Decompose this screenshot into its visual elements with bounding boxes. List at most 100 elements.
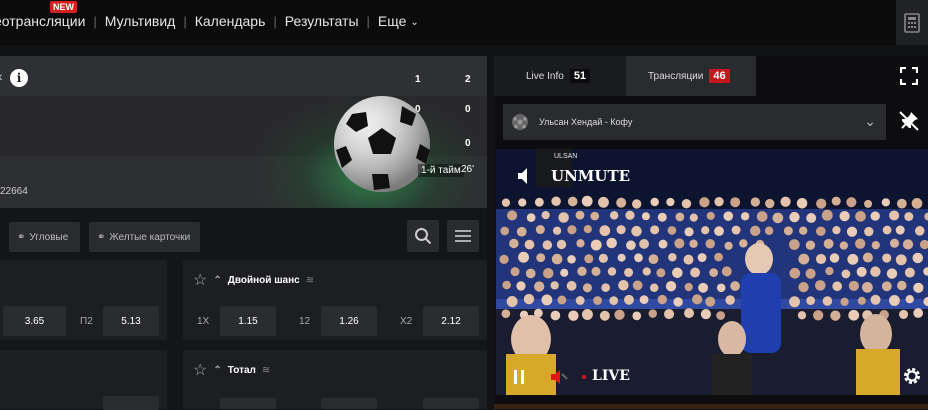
search-button[interactable] (407, 220, 439, 252)
crowd-head (814, 280, 826, 291)
crowd-head (650, 197, 659, 207)
crowd-head (805, 268, 816, 279)
chevron-up-icon[interactable]: ⌃ (213, 365, 221, 376)
crowd-head (830, 310, 841, 321)
crowd-head (870, 266, 881, 277)
video-player[interactable]: ULSAN UNMUTE LIVE (496, 149, 928, 395)
match-id: 22664 (0, 186, 28, 197)
crowd-head (862, 281, 873, 293)
match-select[interactable]: Ульсан Хендай - Кофу ⌄ (503, 104, 886, 140)
tab-label: Трансляции (648, 70, 704, 82)
odd-button[interactable]: 5.13 (103, 306, 159, 336)
info-icon[interactable]: i (10, 69, 28, 87)
speaker-muted-icon (518, 168, 527, 184)
crowd-head (568, 310, 579, 321)
stream-panel: Live Info 51 Трансляции 46 Ульсан Хендай… (494, 56, 928, 409)
crowd-head (684, 308, 695, 319)
nav-item-video-streams[interactable]: NEW еотрансляции (0, 1, 93, 29)
nav-item-label: еотрансляции (0, 13, 86, 29)
crowd-head (714, 196, 724, 207)
odd-button[interactable]: 1.26 (321, 306, 377, 336)
crowd-head (599, 310, 610, 321)
volume-button[interactable] (550, 368, 568, 391)
crowd-head (609, 296, 619, 305)
crowd-head (681, 198, 692, 209)
crowd-head (566, 280, 577, 291)
crowd-head (821, 209, 833, 221)
pin-button[interactable] (898, 110, 920, 137)
nav-item-calendar[interactable]: Календарь (187, 13, 274, 29)
crowd-head (857, 296, 866, 305)
pause-button[interactable] (512, 369, 526, 390)
match-center: ‹ i 1 2 0 0 0 0 0 0 1-й тайм 26' (0, 56, 490, 410)
stats-icon: ≋ (261, 364, 271, 376)
crowd-head (822, 296, 833, 306)
crowd-head (552, 226, 562, 235)
crowd-head (675, 212, 685, 222)
chevron-up-icon[interactable]: ⌃ (213, 275, 221, 286)
crowd-head (550, 281, 559, 290)
crowd-head (709, 268, 719, 277)
crowd-head (705, 239, 715, 249)
nav-item-multiview[interactable]: Мультивид (97, 13, 184, 29)
settings-button[interactable] (902, 366, 922, 391)
crowd-head (798, 281, 809, 293)
tab-live-info[interactable]: Live Info 51 (494, 56, 626, 96)
crowd-head (895, 225, 905, 235)
crowd-head (560, 268, 569, 277)
calculator-button[interactable] (896, 0, 928, 45)
crowd-head (756, 211, 768, 222)
crowd-head (839, 241, 849, 250)
odd-label: 1X (197, 316, 210, 327)
crowd-head (899, 309, 909, 319)
scoreboard: ‹ i 1 2 0 0 0 0 0 0 1-й тайм 26' (0, 56, 490, 256)
crowd-head (698, 282, 709, 293)
crowd-head (649, 283, 659, 293)
star-icon[interactable]: ☆ (193, 270, 207, 290)
crowd-head (509, 238, 519, 249)
crowd-head (730, 281, 740, 291)
crowd-head (502, 280, 511, 290)
crowd-head (780, 196, 791, 207)
crowd-head (847, 253, 859, 265)
market-card-double-chance: ☆ ⌃ Двойной шанс ≋ 1X 1.15 12 1.26 X2 2.… (183, 260, 487, 340)
crowd-head (518, 251, 530, 263)
score-value: 0 (465, 104, 471, 115)
filter-corners[interactable]: ⚭ Угловые (9, 222, 80, 252)
unmute-label[interactable]: UNMUTE (551, 167, 630, 185)
nav-item-more[interactable]: Еще ⌄ (370, 13, 427, 29)
crowd-head (864, 226, 874, 237)
mute-button[interactable] (516, 165, 538, 192)
market-filters: ⚭ Угловые ⚭ Желтые карточки (0, 208, 487, 260)
chevron-left-icon[interactable]: ‹ (0, 68, 3, 84)
odd-button[interactable] (321, 398, 377, 409)
crowd-head (846, 226, 858, 237)
odd-button[interactable]: 1.15 (220, 306, 276, 336)
filter-yellow-cards[interactable]: ⚭ Желтые карточки (89, 222, 200, 252)
crowd-head (672, 267, 683, 279)
odd-button[interactable] (103, 396, 159, 410)
crowd-head (575, 210, 585, 220)
crowd-head (855, 211, 866, 222)
odd-button[interactable]: 2.12 (423, 306, 479, 336)
fullscreen-button[interactable] (899, 66, 919, 90)
crowd-head (816, 198, 827, 209)
star-icon[interactable]: ☆ (193, 360, 207, 380)
crowd-head (855, 238, 866, 249)
odd-button[interactable] (423, 398, 479, 409)
nav-item-results[interactable]: Результаты (277, 13, 367, 29)
crowd-head (666, 197, 675, 207)
crowd-head (617, 253, 626, 262)
crowd-head (518, 198, 527, 207)
odd-label: П2 (80, 316, 93, 327)
crowd-head (501, 198, 511, 207)
crowd-head (765, 198, 775, 209)
filter-label: Желтые карточки (109, 231, 191, 243)
crowd-head (796, 198, 808, 209)
crowd-head (542, 267, 554, 279)
tab-streams[interactable]: Трансляции 46 (626, 56, 756, 96)
layout-toggle-button[interactable] (447, 220, 479, 252)
odd-button[interactable]: 3.65 (3, 306, 66, 336)
odd-button[interactable] (220, 398, 276, 409)
nav-item-label: Еще (377, 13, 407, 29)
